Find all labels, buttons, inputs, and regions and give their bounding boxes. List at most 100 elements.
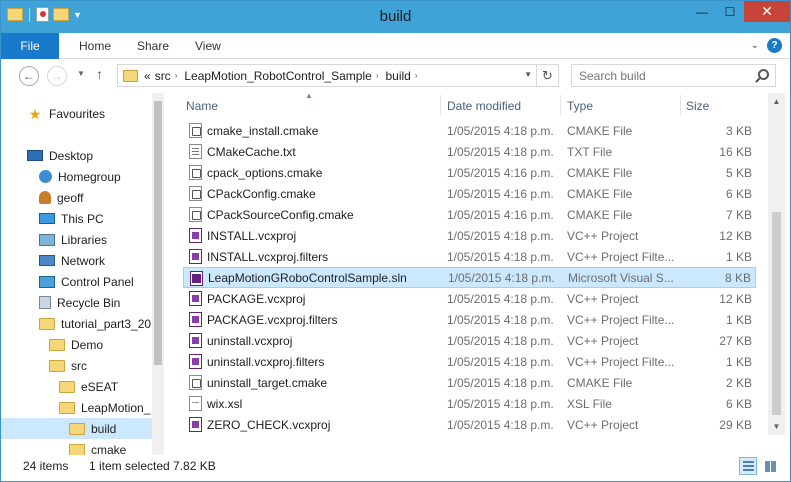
file-size: 5 KB	[725, 165, 752, 180]
scrollbar-thumb[interactable]	[772, 212, 781, 415]
search-icon[interactable]	[758, 69, 769, 80]
nav-item-geoff[interactable]: geoff	[1, 187, 152, 208]
file-row[interactable]: PACKAGE.vcxproj.filters 1/05/2015 4:18 p…	[183, 309, 756, 330]
status-bar: 24 items 1 item selected 7.82 KB	[1, 455, 790, 481]
file-row[interactable]: CPackConfig.cmake 1/05/2015 4:16 p.m. CM…	[183, 183, 756, 204]
breadcrumb-separator-icon[interactable]: ›	[376, 71, 379, 80]
scroll-up-icon[interactable]: ▲	[768, 93, 785, 110]
file-date: 1/05/2015 4:18 p.m.	[447, 228, 554, 243]
breadcrumb-build[interactable]: build	[385, 69, 410, 83]
nav-item-leapmotion[interactable]: LeapMotion_	[1, 397, 152, 418]
file-type: Microsoft Visual S...	[568, 270, 674, 285]
tab-file[interactable]: File	[1, 33, 59, 59]
search-box[interactable]	[571, 64, 776, 87]
nav-item-network[interactable]: Network	[1, 250, 152, 271]
nav-item-build[interactable]: build	[1, 418, 152, 439]
file-type: VC++ Project Filte...	[567, 249, 675, 264]
file-name: wix.xsl	[207, 396, 243, 411]
nav-item-this-pc[interactable]: This PC	[1, 208, 152, 229]
nav-item-cmake[interactable]: cmake	[1, 439, 152, 455]
file-size: 6 KB	[725, 186, 752, 201]
file-row[interactable]: INSTALL.vcxproj 1/05/2015 4:18 p.m. VC++…	[183, 225, 756, 246]
scroll-down-icon[interactable]: ▼	[768, 418, 785, 435]
file-row[interactable]: INSTALL.vcxproj.filters 1/05/2015 4:18 p…	[183, 246, 756, 267]
search-input[interactable]	[572, 65, 742, 86]
nav-item-label: Desktop	[49, 148, 94, 163]
nav-item-label: eSEAT	[81, 379, 119, 394]
file-date: 1/05/2015 4:16 p.m.	[447, 207, 554, 222]
tab-home[interactable]: Home	[79, 39, 111, 53]
column-size[interactable]: Size	[686, 99, 709, 113]
file-row-selected[interactable]: LeapMotionGRoboControlSample.sln 1/05/20…	[183, 267, 756, 288]
file-row[interactable]: CMakeCache.txt 1/05/2015 4:18 p.m. TXT F…	[183, 141, 756, 162]
item-count: 24 items	[23, 459, 69, 473]
file-row[interactable]: CPackSourceConfig.cmake 1/05/2015 4:16 p…	[183, 204, 756, 225]
tab-share[interactable]: Share	[137, 39, 169, 53]
title-bar[interactable]: ▼ build — ☐ ✕	[1, 1, 790, 33]
file-list-scrollbar[interactable]: ▲ ▼	[768, 93, 785, 435]
scrollbar-thumb[interactable]	[154, 101, 162, 365]
nav-item-desktop[interactable]: Desktop	[1, 145, 152, 166]
nav-item-eseat[interactable]: eSEAT	[1, 376, 152, 397]
breadcrumb-overflow[interactable]: «	[144, 69, 151, 83]
cmake-file-icon	[189, 123, 202, 138]
address-bar[interactable]: « src › LeapMotion_RobotControl_Sample ›…	[117, 64, 559, 87]
nav-item-recycle-bin[interactable]: Recycle Bin	[1, 292, 152, 313]
user-folder-icon	[39, 191, 51, 204]
file-row[interactable]: ZERO_CHECK.vcxproj 1/05/2015 4:18 p.m. V…	[183, 414, 756, 435]
folder-icon	[49, 359, 65, 372]
close-button[interactable]: ✕	[744, 1, 790, 22]
expand-ribbon-icon[interactable]: ⌄	[751, 40, 759, 51]
file-row[interactable]: cpack_options.cmake 1/05/2015 4:16 p.m. …	[183, 162, 756, 183]
file-date: 1/05/2015 4:18 p.m.	[447, 123, 554, 138]
refresh-icon[interactable]: ↻	[536, 65, 558, 86]
address-dropdown-icon[interactable]: ▼	[524, 70, 532, 79]
file-row[interactable]: uninstall_target.cmake 1/05/2015 4:18 p.…	[183, 372, 756, 393]
details-view-button[interactable]	[739, 457, 757, 475]
file-name: uninstall_target.cmake	[207, 375, 328, 390]
file-type: CMAKE File	[567, 123, 633, 138]
nav-item-label: tutorial_part3_20	[61, 316, 152, 331]
nav-item-label: Homegroup	[58, 169, 121, 184]
recent-locations-icon[interactable]: ▼	[77, 69, 85, 78]
breadcrumb-separator-icon[interactable]: ›	[175, 71, 178, 80]
computer-icon	[39, 213, 55, 224]
up-button[interactable]: ↑	[96, 66, 103, 82]
file-date: 1/05/2015 4:18 p.m.	[447, 375, 554, 390]
file-name: ZERO_CHECK.vcxproj	[207, 417, 331, 432]
column-date-modified[interactable]: Date modified	[447, 99, 521, 113]
column-type[interactable]: Type	[567, 99, 593, 113]
breadcrumb-src[interactable]: src	[155, 69, 171, 83]
forward-button[interactable]: →	[47, 66, 67, 86]
nav-pane-scrollbar[interactable]	[152, 93, 164, 455]
file-type: VC++ Project Filte...	[567, 312, 675, 327]
nav-item-demo[interactable]: Demo	[1, 334, 152, 355]
file-row[interactable]: wix.xsl 1/05/2015 4:18 p.m. XSL File 6 K…	[183, 393, 756, 414]
file-row[interactable]: PACKAGE.vcxproj 1/05/2015 4:18 p.m. VC++…	[183, 288, 756, 309]
file-row[interactable]: uninstall.vcxproj 1/05/2015 4:18 p.m. VC…	[183, 330, 756, 351]
back-button[interactable]: ←	[19, 66, 39, 86]
nav-item-favourites[interactable]: ★ Favourites	[1, 103, 152, 124]
breadcrumb-separator-icon[interactable]: ›	[415, 71, 418, 80]
nav-item-control-panel[interactable]: Control Panel	[1, 271, 152, 292]
help-icon[interactable]: ?	[767, 38, 782, 53]
column-name[interactable]: Name	[186, 99, 218, 113]
folder-icon	[69, 443, 85, 455]
file-date: 1/05/2015 4:16 p.m.	[447, 165, 554, 180]
file-type: CMAKE File	[567, 165, 633, 180]
nav-item-homegroup[interactable]: Homegroup	[1, 166, 152, 187]
file-row[interactable]: cmake_install.cmake 1/05/2015 4:18 p.m. …	[183, 120, 756, 141]
nav-item-label: Control Panel	[61, 274, 134, 289]
nav-item-src[interactable]: src	[1, 355, 152, 376]
file-name: PACKAGE.vcxproj.filters	[207, 312, 338, 327]
vcxproj-filters-icon	[189, 312, 202, 327]
minimize-button[interactable]: —	[688, 1, 716, 22]
maximize-button[interactable]: ☐	[716, 1, 744, 22]
breadcrumb-sample[interactable]: LeapMotion_RobotControl_Sample	[184, 69, 371, 83]
nav-item-tutorial[interactable]: tutorial_part3_20	[1, 313, 152, 334]
file-row[interactable]: uninstall.vcxproj.filters 1/05/2015 4:18…	[183, 351, 756, 372]
nav-item-libraries[interactable]: Libraries	[1, 229, 152, 250]
tab-view[interactable]: View	[195, 39, 221, 53]
tiles-view-button[interactable]	[761, 457, 779, 475]
cmake-file-icon	[189, 207, 202, 222]
